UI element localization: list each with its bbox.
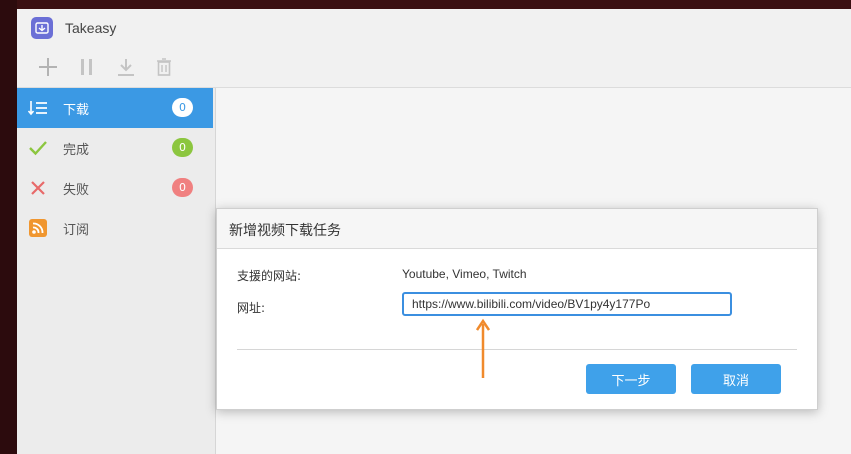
annotation-arrow-icon [476,318,490,378]
sidebar-item-completed[interactable]: 完成 0 [17,128,213,168]
close-icon [27,177,49,199]
title-bar: Takeasy [17,9,851,47]
sidebar: 下载 0 完成 0 失败 0 订阅 [17,88,216,454]
rss-icon [27,217,49,239]
app-title: Takeasy [65,20,117,36]
new-download-dialog: 新增视频下载任务 支援的网站: Youtube, Vimeo, Twitch 网… [216,208,818,410]
supported-sites-label: 支援的网站: [237,269,302,283]
sidebar-item-download[interactable]: 下载 0 [17,88,213,128]
sidebar-item-label: 失败 [63,182,90,198]
count-badge: 0 [172,178,193,197]
next-button[interactable]: 下一步 [586,364,676,394]
sidebar-item-label: 完成 [63,142,90,158]
desktop-background-left [0,0,17,454]
sidebar-item-subscribe[interactable]: 订阅 [17,208,213,248]
download-list-icon [27,97,49,119]
sidebar-item-failed[interactable]: 失败 0 [17,168,213,208]
count-badge: 0 [172,98,193,117]
sidebar-item-label: 下载 [63,102,90,118]
url-input[interactable] [402,292,732,316]
url-label: 网址: [237,301,266,315]
toolbar [17,47,851,88]
dialog-divider [237,349,797,350]
supported-sites-value: Youtube, Vimeo, Twitch [402,267,527,281]
count-badge: 0 [172,138,193,157]
download-icon[interactable] [114,55,138,79]
sidebar-item-label: 订阅 [63,222,90,238]
add-icon[interactable] [36,55,60,79]
dialog-title: 新增视频下载任务 [229,223,341,239]
check-icon [27,137,49,159]
cancel-button[interactable]: 取消 [691,364,781,394]
app-logo-icon [31,17,53,39]
dialog-header: 新增视频下载任务 [217,209,817,249]
pause-icon[interactable] [75,55,99,79]
delete-icon[interactable] [152,55,176,79]
desktop-background [0,0,851,9]
